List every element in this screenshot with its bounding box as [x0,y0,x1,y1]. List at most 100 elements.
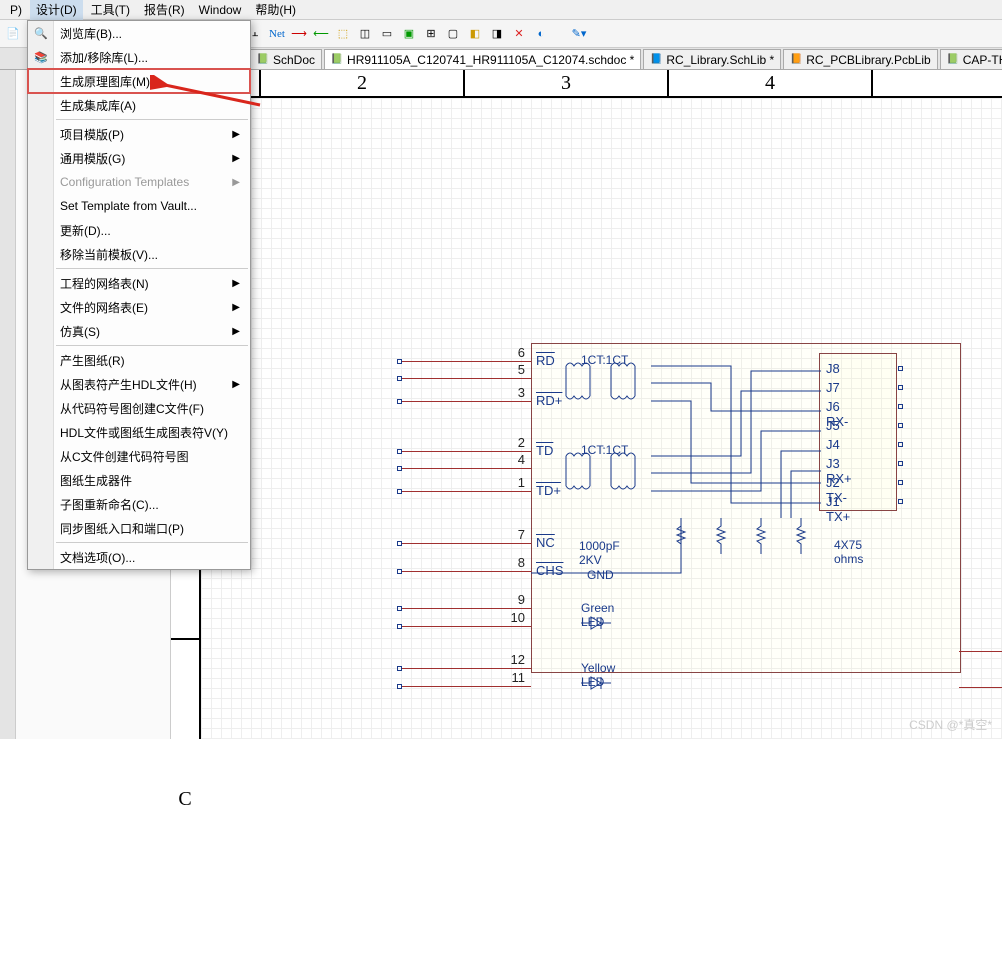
pin-endpoint [397,569,402,574]
menu-item-label: 从图表符产生HDL文件(H) [60,376,197,393]
menu-item-icon: 🔍 [32,27,50,40]
pin-endpoint [397,466,402,471]
submenu-arrow-icon: ▶ [232,153,240,164]
toolbar-icon[interactable]: ▣ [400,25,418,43]
wire [401,491,531,492]
menu-item-label: 从C文件创建代码符号图 [60,448,189,465]
menu-item[interactable]: 📚添加/移除库(L)... [28,45,250,69]
menu-item-label: 从代码符号图创建C文件(F) [60,400,204,417]
pin-number: 12 [503,652,525,667]
submenu-arrow-icon: ▶ [232,379,240,390]
pin-number: 11 [503,670,525,685]
brush-icon[interactable]: ✎▾ [570,25,588,43]
menu-item[interactable]: 文件的网络表(E)▶ [28,295,250,319]
canvas[interactable]: 6RD53RD+2TD41TD+7NC8CHS9101211 1CT:1CT 1… [201,98,1002,739]
menu-item[interactable]: 图纸生成器件 [28,468,250,492]
menu-window[interactable]: Window [193,1,248,19]
menu-help[interactable]: 帮助(H) [249,0,302,20]
menu-item[interactable]: 同步图纸入口和端口(P) [28,516,250,540]
menu-item[interactable]: 子图重新命名(C)... [28,492,250,516]
pin-endpoint [397,666,402,671]
menu-item[interactable]: HDL文件或图纸生成图表符V(Y) [28,420,250,444]
pin-endpoint [397,684,402,689]
menu-item-label: 工程的网络表(N) [60,275,149,292]
tab-schdoc[interactable]: 📗 SchDoc [250,49,322,69]
toolbar-icon[interactable]: ⬚ [334,25,352,43]
separator [56,345,248,346]
ruler-cell: C [171,638,199,958]
wire [401,608,531,609]
toolbar-icon[interactable]: ▢ [444,25,462,43]
menu-item[interactable]: 更新(D)... [28,218,250,242]
tab-label: SchDoc [273,53,315,67]
menu-item[interactable]: 项目模版(P)▶ [28,122,250,146]
toolbar-icon[interactable]: ◫ [356,25,374,43]
toolbar-icon[interactable]: ▭ [378,25,396,43]
wire [959,651,1002,652]
pin-number: 9 [503,592,525,607]
toolbar-icon[interactable]: ⟶ [290,25,308,43]
menu-item-label: 生成原理图库(M) [60,73,150,90]
menu-item[interactable]: Set Template from Vault... [28,194,250,218]
pin-number: 1 [503,475,525,490]
internal-wires [531,343,961,683]
tab-rc-pcblib[interactable]: 📙RC_PCBLibrary.PcbLib [783,49,938,69]
toolbar-icon[interactable]: ⊞ [422,25,440,43]
menu-item[interactable]: 从代码符号图创建C文件(F) [28,396,250,420]
design-menu-dropdown[interactable]: 🔍浏览库(B)...📚添加/移除库(L)... 生成原理图库(M) 生成集成库(A)… [27,20,251,570]
menu-item[interactable]: 仿真(S)▶ [28,319,250,343]
menu-p[interactable]: P) [4,1,28,19]
ruler-top: 1 2 3 4 [171,70,1002,98]
tab-label: RC_PCBLibrary.PcbLib [806,53,931,67]
menu-item[interactable]: 移除当前模板(V)... [28,242,250,266]
menu-item-label: 添加/移除库(L)... [60,49,148,66]
toolbar-icon[interactable]: ✕ [510,25,528,43]
menu-item[interactable]: 产生图纸(R) [28,348,250,372]
menu-design[interactable]: 设计(D) [30,0,83,20]
wire [401,668,531,669]
wire [959,687,1002,688]
toolbar-icon[interactable]: ◨ [488,25,506,43]
separator [56,268,248,269]
menu-item-label: 同步图纸入口和端口(P) [60,520,184,537]
pin-number: 10 [503,610,525,625]
menu-item[interactable]: 从C文件创建代码符号图 [28,444,250,468]
wire [401,626,531,627]
pin-endpoint [397,606,402,611]
menubar[interactable]: P) 设计(D) 工具(T) 报告(R) Window 帮助(H) [0,0,1002,20]
menu-item[interactable]: 生成集成库(A) [28,93,250,117]
sidebar-handle[interactable] [0,70,16,739]
submenu-arrow-icon: ▶ [232,177,240,188]
tab-label: CAP-TH_L7.5-W5.0-P10.00 [963,53,1002,67]
menu-reports[interactable]: 报告(R) [138,0,191,20]
menu-tools[interactable]: 工具(T) [85,0,136,20]
pin-number: 5 [503,362,525,377]
pin-number: 4 [503,452,525,467]
separator [56,542,248,543]
menu-item[interactable]: 文档选项(O)... [28,545,250,569]
ruler-cell: 2 [261,70,465,96]
pin-endpoint [397,541,402,546]
pin-endpoint [397,624,402,629]
menu-item[interactable]: 工程的网络表(N)▶ [28,271,250,295]
tab-cap-th[interactable]: 📗CAP-TH_L7.5-W5.0-P10.00 [940,49,1002,69]
pin-number: 7 [503,527,525,542]
pin-number: 2 [503,435,525,450]
menu-item[interactable]: 从图表符产生HDL文件(H) ▶ [28,372,250,396]
tab-label: RC_Library.SchLib * [666,53,774,67]
toolbar-icon[interactable]: ⟵ [312,25,330,43]
toolbar-icon[interactable]: 📄 [4,25,22,43]
menu-item[interactable]: 🔍浏览库(B)... [28,21,250,45]
pin-number: 3 [503,385,525,400]
toolbar-icon[interactable]: ◐ [532,25,550,43]
tab-rc-schlib[interactable]: 📘RC_Library.SchLib * [643,49,781,69]
menu-item-label: 子图重新命名(C)... [60,496,159,513]
pin-number: 6 [503,345,525,360]
toolbar-icon[interactable]: Net [268,25,286,43]
menu-item[interactable]: 生成原理图库(M) [28,69,250,93]
doc-icon: 📗 [257,54,269,66]
tab-hr911105a[interactable]: 📗HR911105A_C120741_HR911105A_C12074.schd… [324,49,641,69]
wire [401,571,531,572]
toolbar-icon[interactable]: ◧ [466,25,484,43]
menu-item[interactable]: 通用模版(G)▶ [28,146,250,170]
